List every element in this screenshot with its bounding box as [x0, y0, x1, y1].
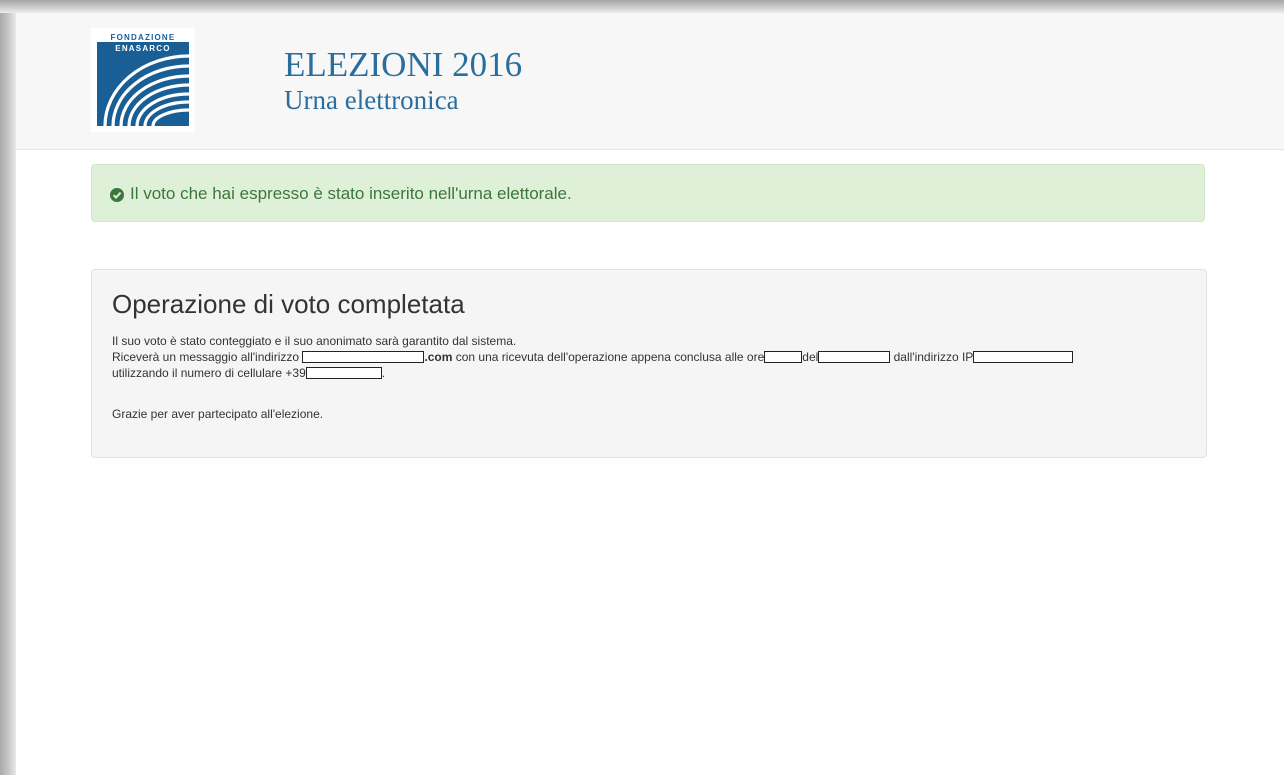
page-subtitle: Urna elettronica — [284, 85, 459, 115]
window-shadow-top — [0, 0, 1284, 13]
redacted-email — [302, 351, 425, 363]
email-prefix-text: Riceverà un messaggio all'indirizzo — [112, 350, 300, 364]
anonymity-text: Il suo voto è stato conteggiato e il suo… — [112, 334, 517, 348]
redacted-phone — [305, 367, 382, 379]
phone-suffix: . — [381, 366, 386, 380]
window-shadow-left — [0, 0, 16, 775]
confirmation-panel: Operazione di voto completata Il suo vot… — [91, 269, 1207, 458]
redacted-date — [818, 351, 891, 363]
confirmation-line-2: Riceverà un messaggio all'indirizzo .com… — [112, 350, 1074, 364]
alert-message: Il voto che hai espresso è stato inserit… — [130, 184, 572, 203]
ip-label: dall'indirizzo IP — [893, 350, 974, 364]
redacted-time — [764, 351, 803, 363]
page: FONDAZIONE ENASARCO ELEZIONI 2016 Urna e… — [0, 0, 1284, 775]
page-title: ELEZIONI 2016 — [284, 45, 523, 84]
success-alert: Il voto che hai espresso è stato inserit… — [91, 164, 1205, 222]
header — [16, 13, 1284, 150]
phone-prefix-text: utilizzando il numero di cellulare +39 — [112, 366, 306, 380]
confirmation-line-1: Il suo voto è stato conteggiato e il suo… — [112, 334, 516, 348]
logo-text-bottom: ENASARCO — [115, 44, 170, 53]
receipt-text: con una ricevuta dell'operazione appena … — [455, 350, 765, 364]
thanks-message: Grazie per aver partecipato all'elezione… — [112, 407, 324, 421]
email-domain: .com — [424, 350, 453, 364]
enasarco-logo-icon: FONDAZIONE ENASARCO — [97, 32, 189, 126]
enasarco-logo: FONDAZIONE ENASARCO — [91, 28, 195, 132]
panel-title: Operazione di voto completata — [112, 289, 465, 319]
confirmation-line-3: utilizzando il numero di cellulare +39. — [112, 366, 385, 380]
date-label: del — [802, 350, 819, 364]
check-circle-icon — [110, 188, 124, 202]
redacted-ip — [973, 351, 1074, 363]
logo-text-top: FONDAZIONE — [111, 33, 176, 42]
